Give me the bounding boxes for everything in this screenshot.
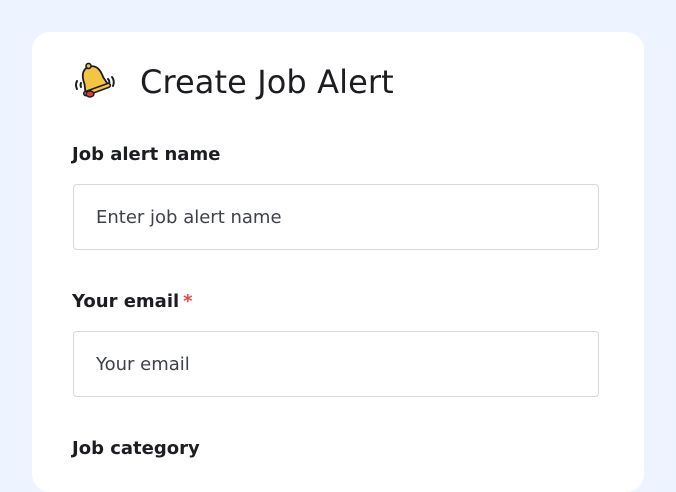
page-title: Create Job Alert [140,63,394,101]
job-category-label: Job category [72,437,200,461]
job-alert-name-input[interactable] [73,184,599,250]
email-label-text: Your email [72,291,180,312]
job-alert-name-label: Job alert name [72,143,220,167]
job-alert-card: Create Job Alert Job alert name Your ema… [32,32,644,492]
title-row: Create Job Alert [72,61,394,103]
bell-icon [75,62,115,98]
required-asterisk: * [183,291,193,312]
email-input[interactable] [73,331,599,397]
job-category-label-text: Job category [72,438,200,459]
email-label: Your email * [72,290,193,314]
job-alert-name-label-text: Job alert name [72,144,221,165]
